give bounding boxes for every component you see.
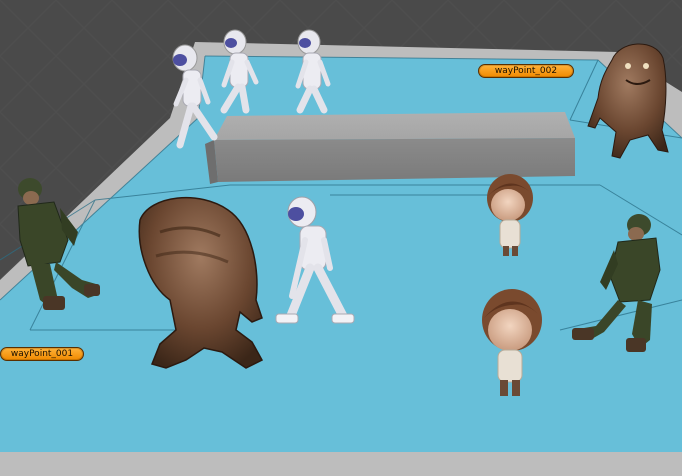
- waypoint-label-001[interactable]: wayPoint_001: [0, 347, 84, 361]
- waypoint-label-002[interactable]: wayPoint_002: [478, 64, 574, 78]
- scene-canvas: [0, 0, 682, 476]
- obstacle-block-front: [214, 138, 575, 182]
- obstacle-block-top: [214, 112, 575, 140]
- game-scene-viewport[interactable]: wayPoint_001 wayPoint_002: [0, 0, 682, 476]
